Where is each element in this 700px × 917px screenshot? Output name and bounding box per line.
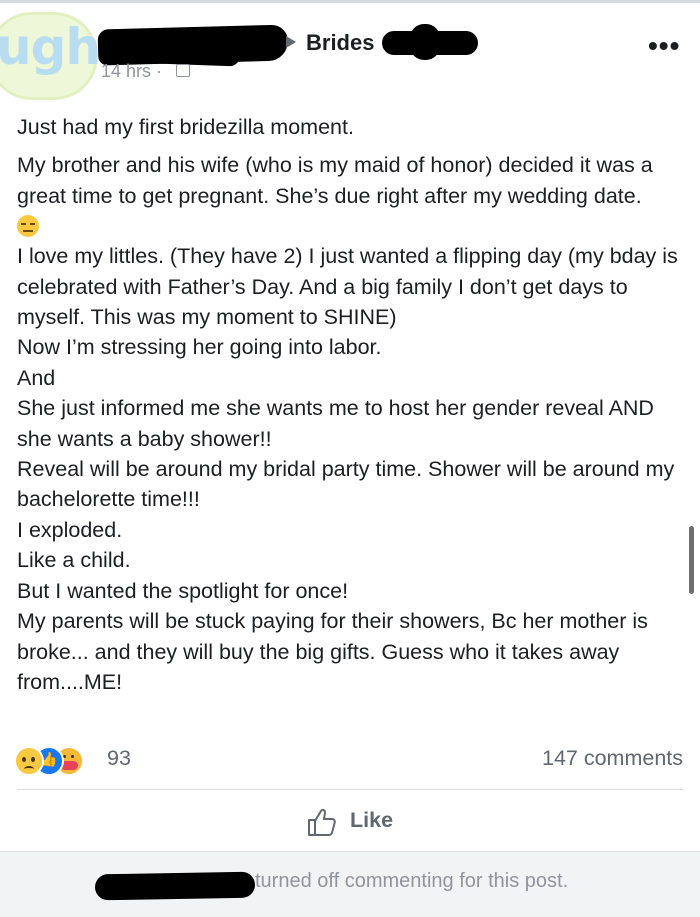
group-icon: [176, 64, 190, 77]
more-options-icon[interactable]: •••: [648, 32, 680, 60]
redacted-footer-name: [94, 871, 256, 901]
post-paragraph: My brother and his wife (who is my maid …: [17, 153, 653, 208]
post-timestamp[interactable]: 14 hrs ·: [101, 61, 162, 82]
post-body: Just had my first bridezilla moment. My …: [17, 112, 689, 697]
reaction-count[interactable]: 93: [107, 746, 131, 771]
like-button[interactable]: Like: [306, 800, 406, 844]
facebook-post: ugh Brides 14 hrs · ••• Just had my firs…: [0, 0, 700, 917]
ugh-sticker-text: ugh: [0, 18, 101, 76]
redacted-group-name-part: [410, 24, 440, 60]
expressionless-face-icon: [17, 215, 39, 238]
divider: [17, 789, 683, 790]
group-name-link[interactable]: Brides: [306, 30, 374, 56]
sad-reaction-icon: [14, 746, 44, 776]
thumbs-up-icon: [308, 808, 336, 836]
triangle-arrow-icon: [286, 36, 296, 48]
post-paragraph: I love my littles. (They have 2) I just …: [17, 244, 678, 694]
top-border: [0, 0, 700, 3]
scrollbar[interactable]: [689, 526, 694, 594]
comments-disabled-text: turned off commenting for this post.: [255, 870, 569, 892]
post-paragraph: Just had my first bridezilla moment.: [17, 115, 354, 139]
like-label: Like: [350, 808, 394, 832]
comments-count-link[interactable]: 147 comments: [542, 746, 683, 771]
